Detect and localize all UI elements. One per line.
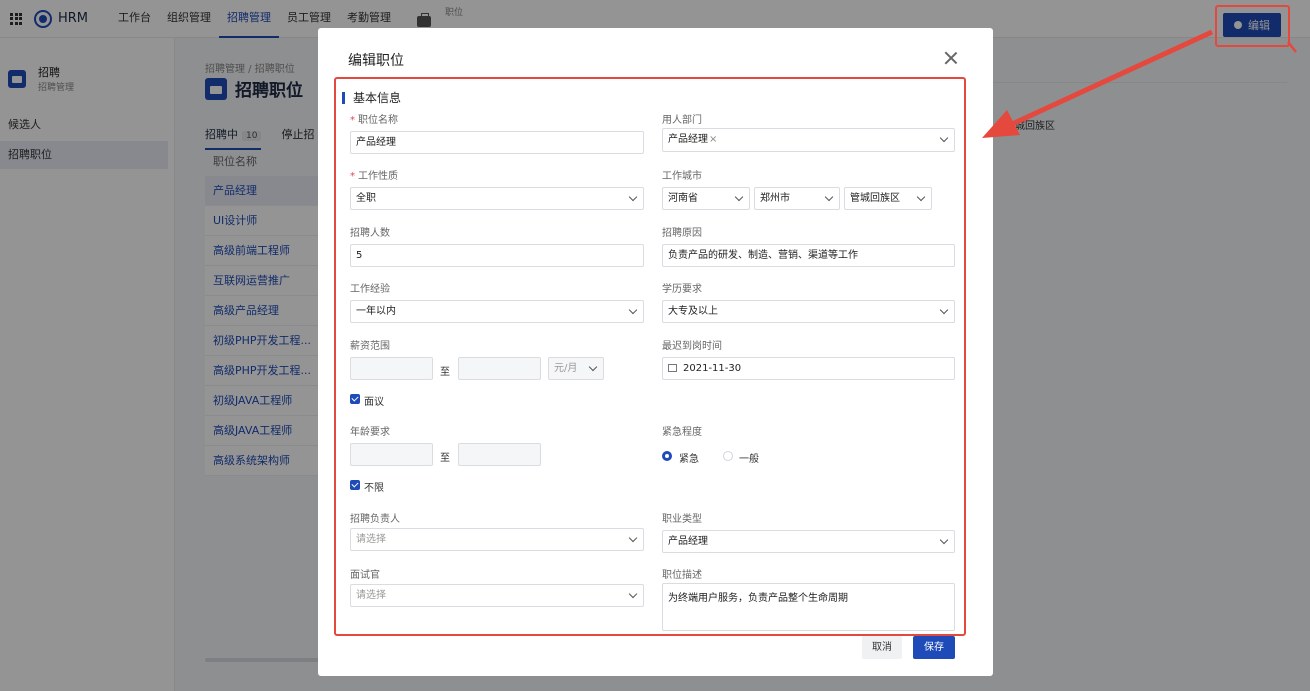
annotation-arrow-icon <box>982 29 1297 138</box>
